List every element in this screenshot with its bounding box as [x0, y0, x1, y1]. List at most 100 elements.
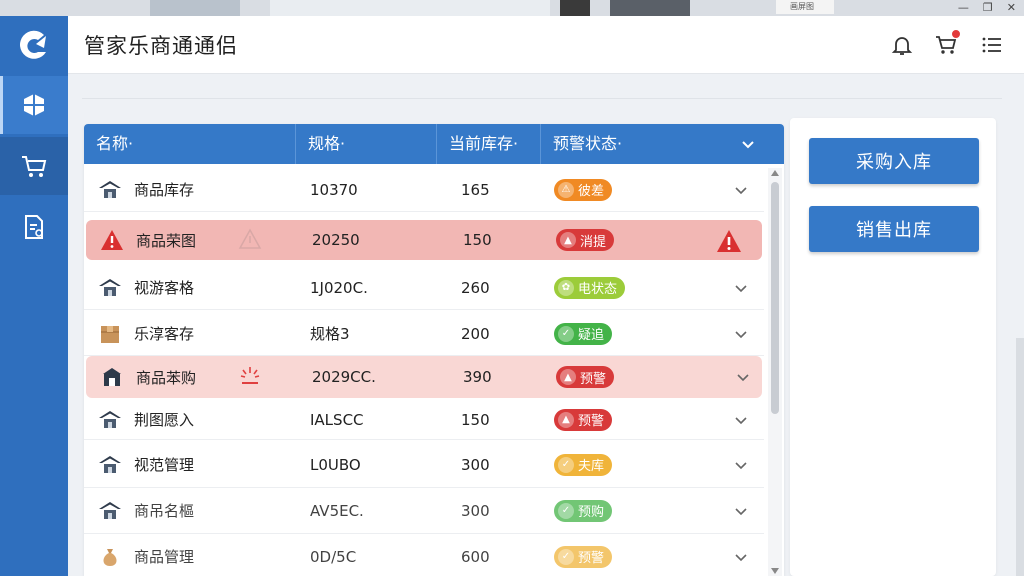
vertical-scrollbar[interactable] [768, 168, 782, 576]
status-icon: ✓ [558, 548, 574, 565]
background-blob [560, 0, 590, 16]
chevron-down-icon[interactable] [740, 136, 756, 152]
row-name: 乐淳客存 [134, 325, 195, 343]
chevron-down-icon[interactable] [736, 356, 754, 398]
warning-icon[interactable] [716, 229, 742, 253]
chevron-down-icon[interactable] [734, 400, 752, 439]
table-row[interactable]: 视范管理 L0UBO 300 ✓ 夫库 [84, 442, 764, 488]
status-badge-label: 预购 [578, 505, 605, 520]
chevron-down-icon[interactable] [734, 442, 752, 487]
status-icon: ✿ [558, 279, 574, 296]
table-row[interactable]: 商品库存 10370 165 ⚠ 彼差 [84, 168, 764, 212]
status-badge: ✿ 电状态 [554, 276, 626, 299]
row-status: ✓ 夫库 [554, 442, 613, 487]
table-header: 名称· 规格· 当前库存· 预警状态· [84, 124, 784, 164]
status-badge-label: 彼差 [578, 184, 605, 199]
row-name: 荆图愿入 [134, 411, 195, 429]
status-badge-label: 电状态 [578, 282, 618, 297]
chevron-down-icon[interactable] [734, 168, 752, 211]
table-row[interactable]: 视游客格 1J020C. 260 ✿ 电状态 [84, 266, 764, 310]
column-header-spec[interactable]: 规格· [296, 124, 437, 164]
minimize-icon[interactable]: — [958, 0, 969, 16]
chevron-down-icon[interactable] [734, 312, 752, 355]
row-spec: AV5EC. [310, 501, 364, 520]
row-status: ▲ 消提 [556, 220, 615, 260]
desktop-background-strip: 画屏图 — ❐ ✕ [0, 0, 1024, 16]
status-badge: ✓ 预购 [554, 499, 613, 522]
table-row[interactable]: 商品荣图 20250 150 ▲ 消提 [86, 220, 762, 260]
table-row[interactable]: 商吊名樞 AV5EC. 300 ✓ 预购 [84, 488, 764, 534]
scrollbar-thumb[interactable] [771, 182, 779, 414]
status-badge-label: 疑追 [578, 328, 605, 343]
row-spec: 规格3 [310, 325, 350, 343]
table-row[interactable]: 商品苯购 2029CC. 390 ▲ 预警 [86, 356, 762, 398]
row-name: 视游客格 [134, 279, 195, 297]
row-name: 商品荣图 [136, 231, 197, 250]
row-stock: 390 [463, 368, 492, 386]
row-status: ✓ 疑追 [554, 312, 613, 355]
box-icon [98, 312, 122, 355]
maximize-icon[interactable]: ❐ [983, 0, 993, 16]
row-spec: 2029CC. [312, 368, 376, 386]
bell-icon[interactable] [890, 33, 914, 57]
scroll-down-arrow[interactable] [771, 568, 779, 574]
chevron-down-icon[interactable] [734, 488, 752, 533]
status-icon: ✓ [558, 325, 574, 342]
warning-icon [100, 220, 124, 260]
window-tab[interactable]: 画屏图 [776, 0, 834, 14]
window-edge [1016, 338, 1024, 576]
chevron-down-icon[interactable] [734, 266, 752, 309]
sidebar-active-indicator [0, 76, 3, 134]
close-icon[interactable]: ✕ [1007, 0, 1016, 16]
sidebar [0, 16, 68, 576]
sidebar-item-cart[interactable] [0, 137, 68, 195]
cart-button[interactable] [934, 29, 961, 57]
warehouse-icon [98, 168, 122, 211]
row-stock: 150 [461, 410, 490, 429]
scroll-up-arrow[interactable] [771, 170, 779, 176]
dashboard-grid-icon [24, 94, 44, 116]
row-stock: 200 [461, 324, 490, 343]
table-row[interactable]: 荆图愿入 IALSCC 150 ▲ 预警 [84, 400, 764, 440]
divider [82, 98, 1002, 99]
status-icon: ✓ [558, 502, 574, 519]
row-spec: L0UBO [310, 455, 361, 474]
status-badge-label: 预警 [580, 371, 607, 387]
row-status: ✓ 预购 [554, 488, 613, 533]
row-status: ▲ 预警 [554, 400, 613, 439]
status-icon: ⚠ [558, 181, 574, 198]
table-row[interactable]: 商品管理 0D/5C 600 ✓ 预警 [84, 536, 764, 576]
sidebar-item-dashboard[interactable] [0, 76, 68, 134]
cart-badge [951, 29, 961, 39]
row-spec: 0D/5C [310, 547, 357, 566]
app-logo-icon[interactable] [14, 26, 54, 66]
window-tab-label: 画屏图 [790, 2, 814, 11]
purchase-in-button[interactable]: 采购入库 [809, 138, 979, 184]
column-header-label: 当前库存· [449, 134, 519, 153]
menu-icon[interactable] [980, 33, 1004, 57]
status-icon: ▲ [558, 411, 574, 428]
background-blob [150, 0, 240, 16]
background-blob [610, 0, 690, 16]
status-icon: ▲ [560, 369, 576, 385]
chevron-down-icon[interactable] [734, 536, 752, 576]
column-header-name[interactable]: 名称· [84, 124, 296, 164]
status-badge: ⚠ 彼差 [554, 178, 613, 201]
inventory-table: 名称· 规格· 当前库存· 预警状态· 商品库存 10370 165 ⚠ 彼差 商品荣图 2… [84, 124, 784, 576]
row-stock: 300 [461, 455, 490, 474]
status-icon: ▲ [560, 232, 576, 248]
sidebar-item-report[interactable] [0, 198, 68, 256]
status-badge: ▲ 消提 [556, 229, 615, 251]
table-row[interactable]: 乐淳客存 规格3 200 ✓ 疑追 [84, 312, 764, 356]
row-stock: 260 [461, 278, 490, 297]
row-status: ✿ 电状态 [554, 266, 626, 309]
row-stock: 300 [461, 501, 490, 520]
column-header-label: 名称· [96, 134, 134, 153]
row-name: 商吊名樞 [134, 502, 195, 520]
status-badge: ✓ 夫库 [554, 453, 613, 476]
column-header-stock[interactable]: 当前库存· [437, 124, 541, 164]
row-spec: 10370 [310, 180, 358, 199]
row-stock: 165 [461, 180, 490, 199]
sales-out-button[interactable]: 销售出库 [809, 206, 979, 252]
column-header-label: 规格· [308, 134, 346, 153]
